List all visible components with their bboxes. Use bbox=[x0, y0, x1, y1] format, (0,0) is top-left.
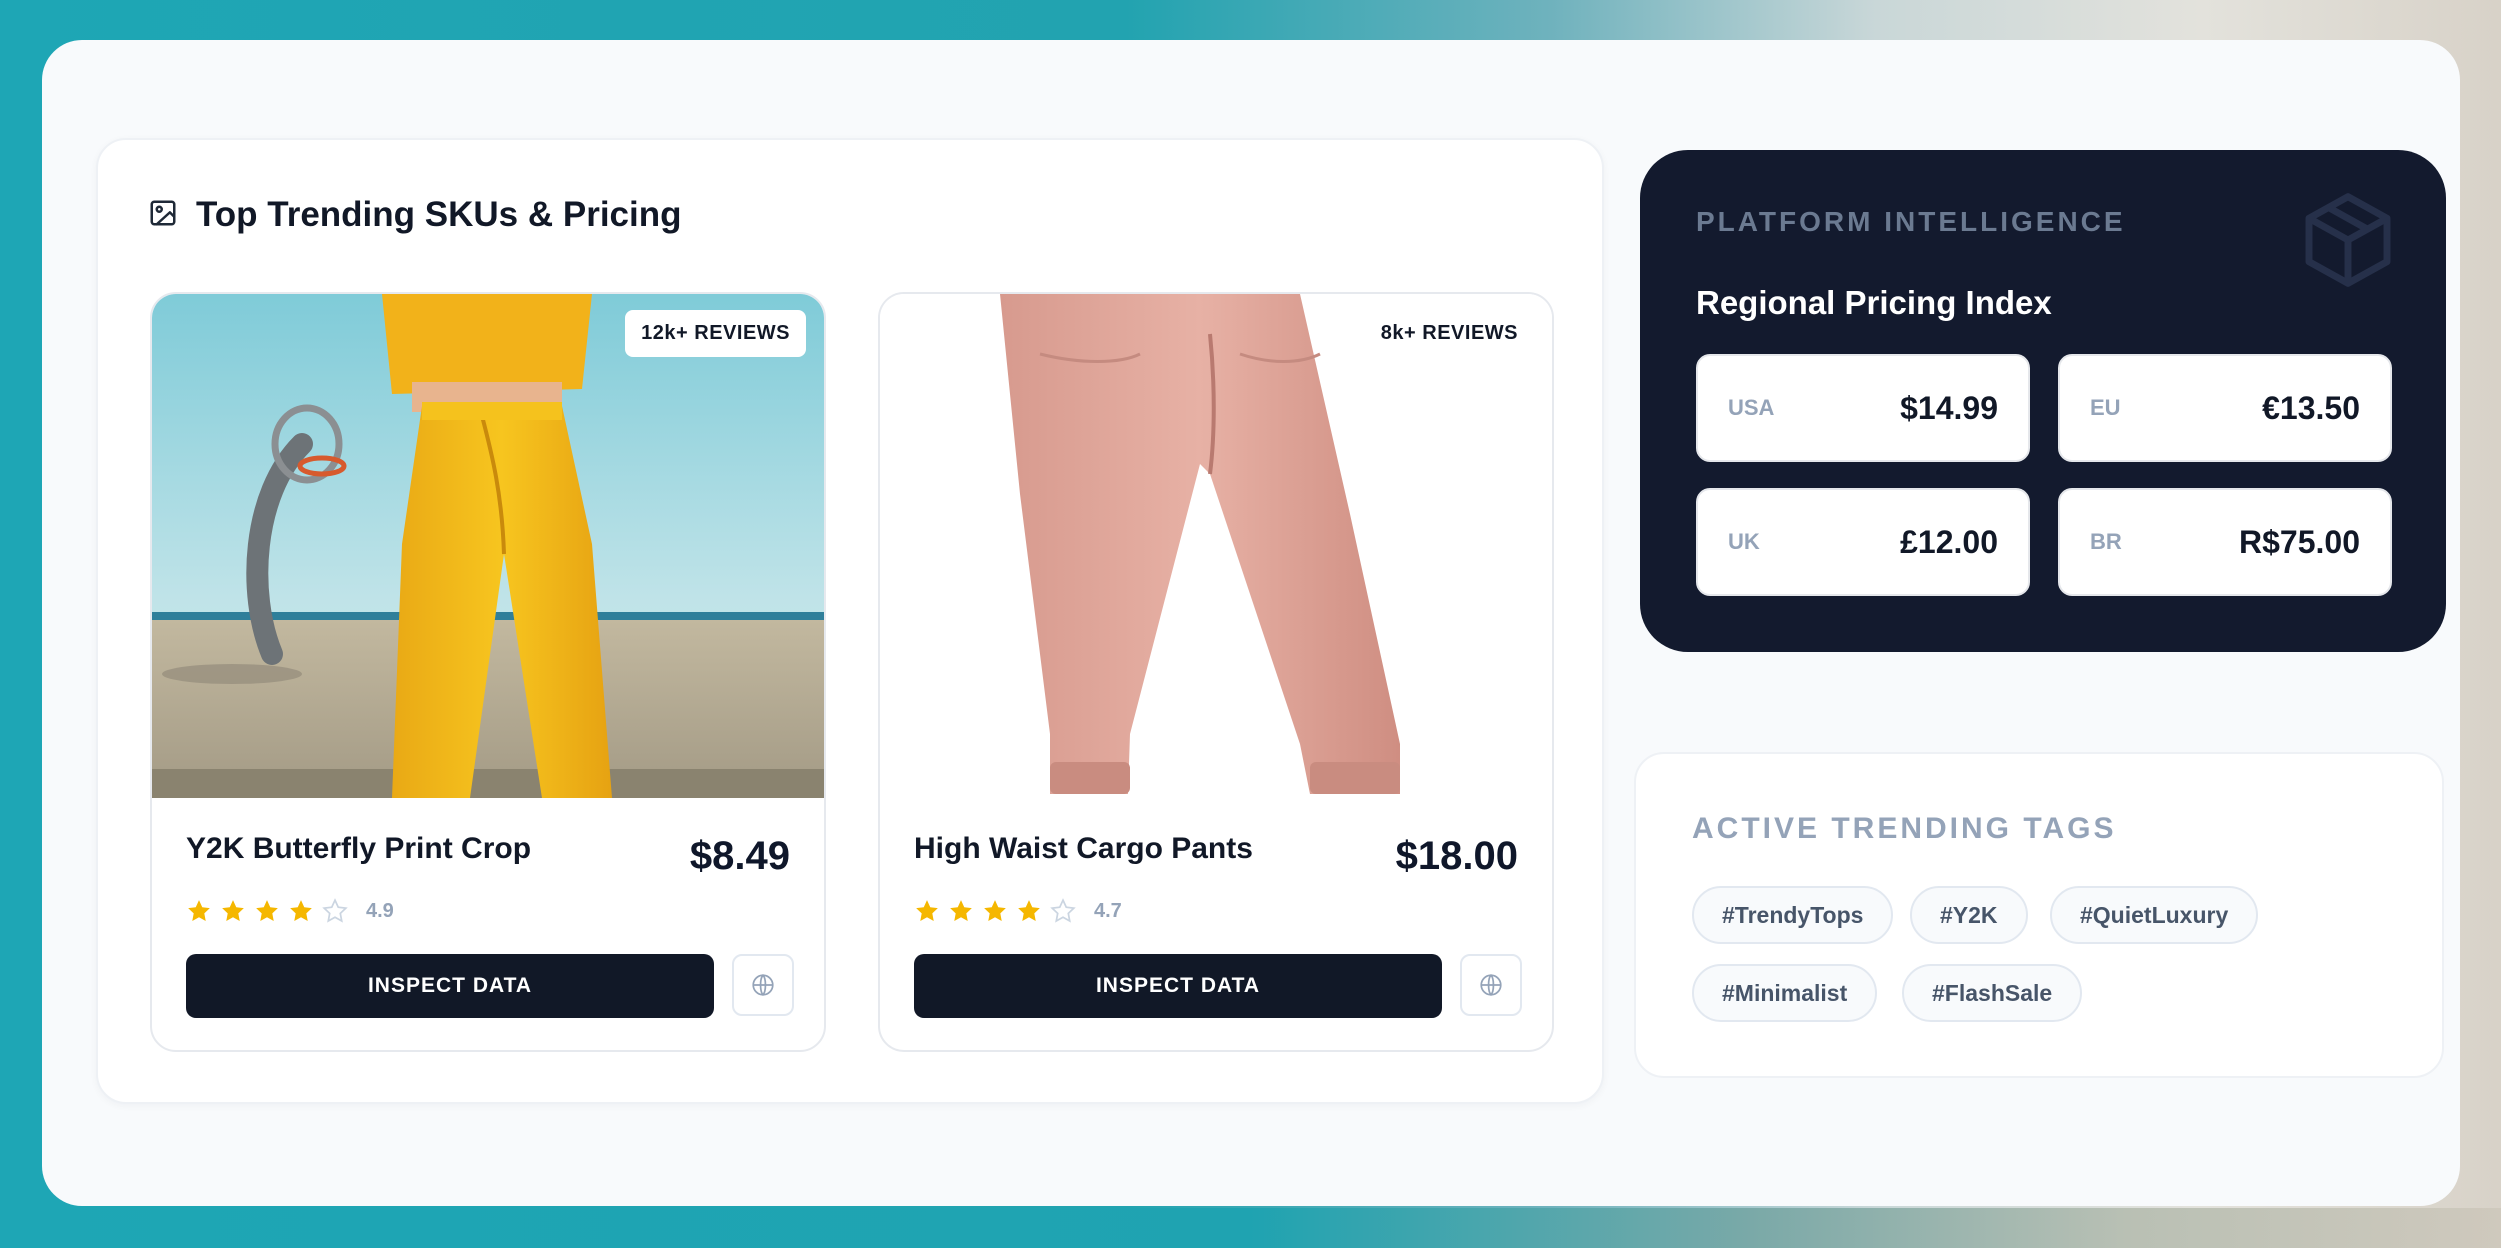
star-empty-icon bbox=[1050, 898, 1076, 923]
tag-chip[interactable]: #TrendyTops bbox=[1692, 886, 1894, 944]
product-image-2 bbox=[880, 294, 1552, 798]
skus-title: Top Trending SKUs & Pricing bbox=[196, 195, 682, 234]
tags-title: ACTIVE TRENDING TAGS bbox=[1692, 812, 2117, 845]
reviews-badge: 12k+ REVIEWS bbox=[625, 310, 806, 357]
product-price: $8.49 bbox=[689, 834, 790, 878]
product-card-2[interactable]: 8k+ REVIEWS High Waist Cargo Pants $18.0… bbox=[878, 292, 1554, 1052]
reviews-badge: 8k+ REVIEWS bbox=[1364, 310, 1534, 357]
tag-chip[interactable]: #QuietLuxury bbox=[2050, 886, 2259, 944]
star-icon bbox=[1018, 900, 1040, 921]
region-price: $14.99 bbox=[1900, 389, 1998, 426]
rating-value: 4.7 bbox=[1094, 899, 1122, 922]
rating-stars: 4.9 bbox=[186, 898, 394, 924]
star-icon bbox=[950, 900, 972, 921]
product-image-1 bbox=[152, 294, 824, 798]
box-icon bbox=[2305, 193, 2391, 287]
region-code: USA bbox=[1728, 395, 1775, 420]
globe-icon bbox=[752, 974, 774, 996]
region-price-br: BR R$75.00 bbox=[2058, 488, 2392, 596]
intel-eyebrow: PLATFORM INTELLIGENCE bbox=[1696, 206, 2126, 237]
region-code: EU bbox=[2090, 395, 2121, 420]
star-icon bbox=[290, 900, 312, 921]
trending-skus-card: Top Trending SKUs & Pricing 12k+ REVIEWS… bbox=[96, 138, 1604, 1104]
tag-chip[interactable]: #FlashSale bbox=[1902, 964, 2083, 1022]
tag-chip[interactable]: #Minimalist bbox=[1692, 964, 1878, 1022]
rating-stars: 4.7 bbox=[914, 898, 1122, 924]
trending-tags-card: ACTIVE TRENDING TAGS #TrendyTops #Y2K #Q… bbox=[1634, 752, 2444, 1078]
inspect-data-button[interactable]: INSPECT DATA bbox=[914, 954, 1442, 1018]
globe-button[interactable] bbox=[732, 954, 794, 1016]
region-price: £12.00 bbox=[1900, 523, 1998, 560]
product-name: Y2K Butterfly Print Crop bbox=[186, 832, 532, 865]
region-price: €13.50 bbox=[2262, 389, 2360, 426]
globe-icon bbox=[1480, 974, 1502, 996]
globe-button[interactable] bbox=[1460, 954, 1522, 1016]
product-price: $18.00 bbox=[1395, 834, 1518, 878]
product-card-1[interactable]: 12k+ REVIEWS Y2K Butterfly Print Crop $8… bbox=[150, 292, 826, 1052]
star-icon bbox=[984, 900, 1006, 921]
region-price-uk: UK £12.00 bbox=[1696, 488, 2030, 596]
platform-intelligence-card: PLATFORM INTELLIGENCE Regional Pricing I… bbox=[1640, 150, 2446, 652]
tag-chip[interactable]: #Y2K bbox=[1910, 886, 2028, 944]
rating-value: 4.9 bbox=[366, 899, 394, 922]
star-icon bbox=[188, 900, 210, 921]
skus-header: Top Trending SKUs & Pricing bbox=[148, 195, 682, 235]
region-price: R$75.00 bbox=[2239, 523, 2360, 560]
region-price-usa: USA $14.99 bbox=[1696, 354, 2030, 462]
region-code: BR bbox=[2090, 529, 2122, 554]
background-strip bbox=[0, 1208, 2501, 1248]
image-icon bbox=[148, 198, 178, 233]
star-icon bbox=[256, 900, 278, 921]
region-code: UK bbox=[1728, 529, 1760, 554]
star-icon bbox=[222, 900, 244, 921]
inspect-data-button[interactable]: INSPECT DATA bbox=[186, 954, 714, 1018]
product-name: High Waist Cargo Pants bbox=[914, 832, 1253, 865]
star-icon bbox=[916, 900, 938, 921]
intel-title: Regional Pricing Index bbox=[1696, 284, 2052, 321]
region-price-eu: EU €13.50 bbox=[2058, 354, 2392, 462]
star-empty-icon bbox=[322, 898, 348, 923]
